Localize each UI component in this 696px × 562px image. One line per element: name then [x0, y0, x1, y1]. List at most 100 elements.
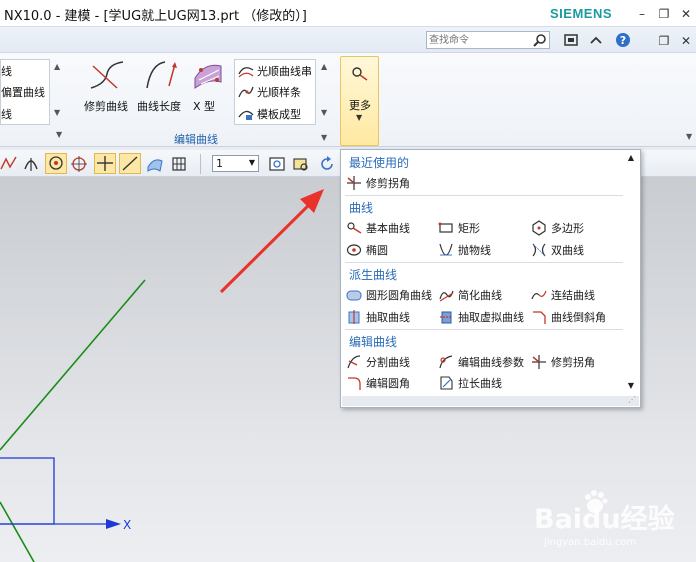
- restore-button[interactable]: ❐: [656, 6, 672, 22]
- smooth-curve-string-icon: [238, 67, 254, 78]
- rotate-view-icon[interactable]: [318, 155, 336, 173]
- green-line[interactable]: [0, 279, 146, 451]
- stretch-curve-item[interactable]: 拉长曲线: [438, 374, 502, 392]
- snap-grid-icon[interactable]: [170, 155, 188, 173]
- scroll-up-icon[interactable]: ▲: [54, 62, 60, 71]
- snap-surface-icon[interactable]: [146, 155, 164, 173]
- round-fillet-curve-icon: [346, 290, 362, 301]
- edit-curve-params-icon: [439, 355, 453, 369]
- command-search-input[interactable]: [429, 33, 529, 47]
- snap-on-curve-toggle[interactable]: [119, 153, 141, 174]
- edit-fillet-icon: [348, 377, 361, 390]
- join-curve-item[interactable]: 连结曲线: [531, 286, 595, 304]
- extract-curve-item[interactable]: 抽取曲线: [346, 308, 410, 326]
- snap-center-toggle[interactable]: [45, 153, 67, 174]
- search-icon[interactable]: [533, 33, 547, 47]
- group-menu-icon[interactable]: ▼: [321, 133, 327, 142]
- curve-length-label: 曲线长度: [137, 100, 181, 113]
- smooth-spline-item[interactable]: 光顺样条: [238, 84, 301, 100]
- x-type-button[interactable]: X 型: [188, 58, 228, 114]
- hyperbola-item[interactable]: 双曲线: [531, 241, 584, 259]
- snap-quadrant-icon[interactable]: [70, 155, 88, 173]
- section-recent-title: 最近使用的: [349, 156, 410, 170]
- resize-grip-icon[interactable]: ⋰: [628, 395, 636, 404]
- ribbon-close-button[interactable]: ✕: [678, 33, 694, 49]
- basic-curve-item[interactable]: 基本曲线: [346, 219, 410, 237]
- help-icon[interactable]: ?: [615, 32, 631, 48]
- fullscreen-icon[interactable]: [563, 33, 579, 47]
- ribbon-list-item[interactable]: 线: [1, 63, 12, 79]
- baidu-watermark: Baidu经验: [534, 504, 675, 535]
- toolbar-separator: [200, 154, 201, 174]
- more-button[interactable]: 更多 ▼: [340, 56, 379, 146]
- group-menu-icon[interactable]: ▼: [56, 130, 62, 139]
- scroll-down-icon[interactable]: ▼: [321, 108, 327, 117]
- trim-curve-icon: [90, 61, 124, 89]
- more-label: 更多: [349, 99, 371, 112]
- gallery-scroll-down-icon[interactable]: ▼: [628, 381, 634, 390]
- edit-trim-corner-item[interactable]: 修剪拐角: [531, 353, 595, 371]
- trim-curve-button[interactable]: 修剪曲线: [82, 58, 132, 114]
- template-shaping-icon: [238, 110, 254, 120]
- parabola-item[interactable]: 抛物线: [438, 241, 491, 259]
- simplify-curve-icon: [439, 290, 454, 302]
- command-search-box[interactable]: [426, 31, 550, 49]
- join-curve-icon: [531, 290, 547, 300]
- section-divider: [345, 195, 623, 196]
- trim-corner-icon: [347, 176, 361, 190]
- parabola-icon: [439, 243, 453, 256]
- template-shaping-item[interactable]: 模板成型: [238, 106, 301, 122]
- round-fillet-curve-item[interactable]: 圆形圆角曲线: [346, 286, 432, 304]
- extract-virtual-curve-item[interactable]: 抽取虚拟曲线: [438, 308, 524, 326]
- smooth-spline-icon: [238, 86, 254, 98]
- x-type-surface-icon: [194, 64, 222, 89]
- section-divider: [345, 262, 623, 263]
- snap-intersection-icon[interactable]: [22, 155, 40, 173]
- rectangle-item[interactable]: 矩形: [438, 219, 480, 237]
- scroll-down-icon[interactable]: ▼: [54, 108, 60, 117]
- polygon-icon: [532, 220, 546, 236]
- divide-curve-item[interactable]: 分割曲线: [346, 353, 410, 371]
- edit-curve-params-item[interactable]: 编辑曲线参数: [438, 353, 524, 371]
- trim-corner-icon: [532, 355, 546, 369]
- ribbon-options-icon[interactable]: ▼: [686, 132, 692, 141]
- gallery-scroll-up-icon[interactable]: ▲: [628, 153, 634, 162]
- recent-trim-corner-item[interactable]: 修剪拐角: [346, 174, 410, 192]
- simplify-curve-item[interactable]: 简化曲线: [438, 286, 502, 304]
- minimize-button[interactable]: –: [634, 6, 650, 22]
- curve-chamfer-icon: [533, 311, 546, 324]
- blue-rectangle[interactable]: [0, 457, 55, 525]
- fit-view-icon[interactable]: [268, 155, 286, 173]
- ellipse-item[interactable]: 椭圆: [346, 241, 388, 259]
- zoom-level-value: 1: [216, 157, 223, 170]
- hyperbola-icon: [532, 243, 546, 257]
- curve-chamfer-item[interactable]: 曲线倒斜角: [531, 308, 606, 326]
- scroll-up-icon[interactable]: ▲: [321, 62, 327, 71]
- extract-curve-icon: [348, 310, 360, 324]
- green-line[interactable]: [0, 501, 35, 562]
- rectangle-icon: [438, 222, 453, 233]
- edit-fillet-item[interactable]: 编辑圆角: [346, 374, 410, 392]
- zoom-level-select[interactable]: 1 ▼: [212, 155, 259, 172]
- curve-length-button[interactable]: 曲线长度: [135, 58, 185, 114]
- snap-curve-icon[interactable]: [0, 155, 18, 173]
- trim-curve-label: 修剪曲线: [84, 100, 128, 113]
- ribbon-list-item[interactable]: 线: [1, 106, 12, 122]
- ribbon-restore-button[interactable]: ❐: [656, 33, 672, 49]
- x-axis-arrowhead: [106, 519, 121, 529]
- svg-text:?: ?: [620, 34, 626, 47]
- ribbon-smooth-list: 光顺曲线串 光顺样条 模板成型: [234, 59, 316, 125]
- zoom-window-icon[interactable]: [292, 155, 310, 173]
- siemens-logo: SIEMENS: [550, 6, 613, 21]
- baidu-watermark-url: jingyan.baidu.com: [544, 537, 637, 548]
- smooth-curve-string-item[interactable]: 光顺曲线串: [238, 63, 312, 79]
- polygon-item[interactable]: 多边形: [531, 219, 584, 237]
- snap-on-curve-icon: [122, 156, 138, 171]
- gallery-resize-bar[interactable]: ⋰: [342, 395, 639, 406]
- ribbon-list-item[interactable]: 偏置曲线: [1, 84, 45, 100]
- snap-point-toggle[interactable]: [94, 153, 116, 174]
- collapse-ribbon-icon[interactable]: [589, 34, 603, 46]
- annotation-arrow: [219, 192, 322, 294]
- close-button[interactable]: ✕: [678, 6, 694, 22]
- divide-curve-icon: [347, 355, 361, 369]
